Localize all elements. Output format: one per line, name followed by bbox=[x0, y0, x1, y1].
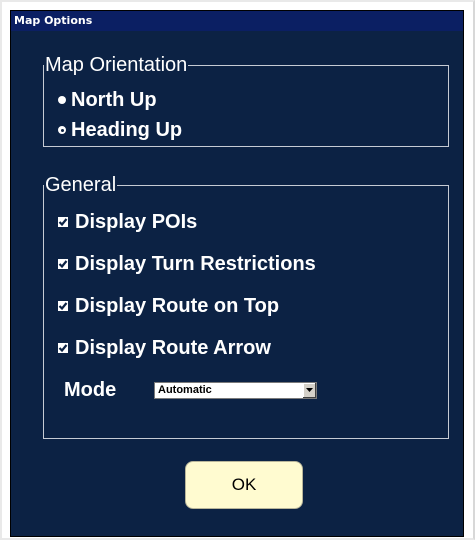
map-options-dialog: Map Options Map Orientation North Up Hea… bbox=[10, 10, 464, 537]
checkbox-display-turn-restrictions[interactable]: Display Turn Restrictions bbox=[58, 251, 316, 277]
map-orientation-group: Map Orientation North Up Heading Up bbox=[43, 55, 449, 147]
checkmark-icon bbox=[58, 260, 68, 269]
radio-heading-up-label: Heading Up bbox=[71, 118, 183, 141]
map-orientation-legend: Map Orientation bbox=[45, 54, 188, 76]
radio-north-up[interactable]: North Up bbox=[58, 87, 157, 113]
window-title: Map Options bbox=[14, 14, 93, 27]
title-bar[interactable]: Map Options bbox=[11, 11, 463, 31]
radio-heading-up[interactable]: Heading Up bbox=[58, 117, 182, 143]
chevron-down-icon bbox=[306, 388, 313, 392]
ok-button[interactable]: OK bbox=[185, 461, 303, 509]
general-group: General Display POIs Display Turn Restri… bbox=[43, 175, 449, 439]
checkbox-display-route-arrow[interactable]: Display Route Arrow bbox=[58, 335, 271, 361]
checkmark-icon bbox=[58, 344, 68, 353]
checkbox-display-route-on-top[interactable]: Display Route on Top bbox=[58, 293, 279, 319]
checkmark-icon bbox=[58, 302, 68, 311]
mode-select[interactable]: Automatic bbox=[154, 382, 317, 399]
checkbox-display-pois-label: Display POIs bbox=[75, 210, 198, 233]
checkbox-display-route-on-top-box[interactable] bbox=[58, 301, 68, 311]
checkbox-display-pois[interactable]: Display POIs bbox=[58, 209, 197, 235]
ok-button-label: OK bbox=[231, 475, 257, 494]
mode-select-value: Automatic bbox=[158, 384, 212, 396]
radio-heading-up-indicator[interactable] bbox=[58, 126, 66, 134]
general-legend: General bbox=[45, 174, 117, 196]
outer-frame: Map Options Map Orientation North Up Hea… bbox=[0, 0, 475, 540]
checkbox-display-route-arrow-box[interactable] bbox=[58, 343, 68, 353]
checkbox-display-turn-restrictions-label: Display Turn Restrictions bbox=[75, 252, 316, 275]
dropdown-arrow-button[interactable] bbox=[302, 383, 316, 398]
radio-north-up-label: North Up bbox=[71, 88, 157, 111]
checkbox-display-route-on-top-label: Display Route on Top bbox=[75, 294, 280, 317]
mode-label: Mode bbox=[64, 379, 117, 401]
checkbox-display-route-arrow-label: Display Route Arrow bbox=[75, 336, 271, 359]
checkbox-display-turn-restrictions-box[interactable] bbox=[58, 259, 68, 269]
radio-north-up-indicator[interactable] bbox=[58, 96, 66, 104]
checkmark-icon bbox=[58, 218, 68, 227]
checkbox-display-pois-box[interactable] bbox=[58, 217, 68, 227]
